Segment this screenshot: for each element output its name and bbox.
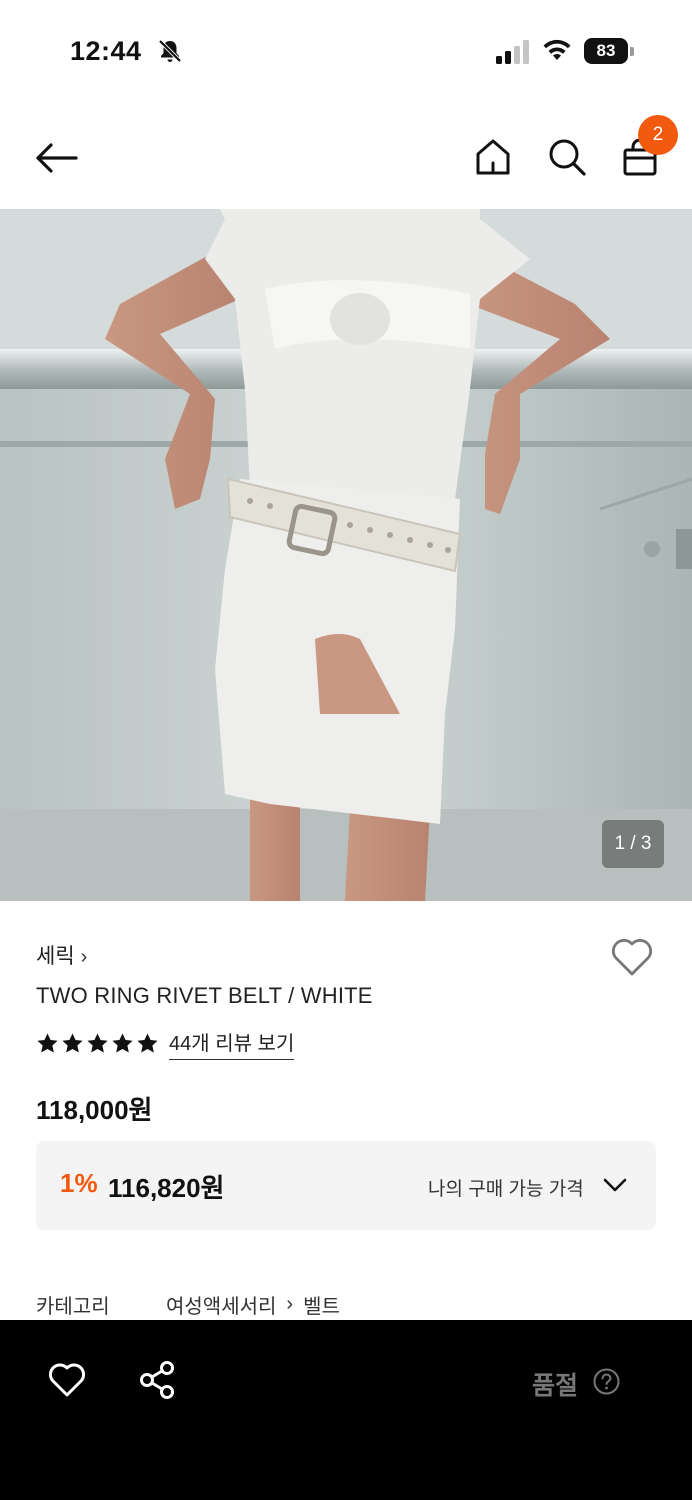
review-link[interactable]: 44개 리뷰 보기 bbox=[169, 1027, 295, 1060]
category-breadcrumb: 여성액세서리 › 벨트 bbox=[166, 1290, 340, 1319]
chevron-down-icon[interactable] bbox=[602, 1174, 628, 1196]
soldout-label: 품절 bbox=[532, 1372, 579, 1400]
wifi-icon bbox=[543, 39, 571, 60]
battery-indicator: 83 bbox=[584, 38, 634, 64]
category-level2-link[interactable]: 벨트 bbox=[303, 1290, 340, 1319]
wishlist-heart-icon[interactable] bbox=[610, 936, 654, 978]
star-icon bbox=[137, 1032, 158, 1053]
brand-name: 세릭 bbox=[36, 945, 75, 968]
help-question-icon[interactable] bbox=[593, 1368, 620, 1395]
bell-muted-icon bbox=[158, 39, 182, 63]
brand-link[interactable]: 세릭 › bbox=[36, 940, 87, 970]
product-price: 118,000원 bbox=[36, 1095, 153, 1125]
search-icon[interactable] bbox=[547, 137, 587, 177]
status-bar: 12:44 83 bbox=[0, 0, 692, 100]
bottom-action-bar: 품절 bbox=[0, 1320, 692, 1500]
product-image[interactable]: 1 / 3 bbox=[0, 209, 692, 901]
home-icon[interactable] bbox=[474, 137, 512, 177]
heart-icon[interactable] bbox=[48, 1362, 86, 1398]
image-counter: 1 / 3 bbox=[602, 820, 664, 868]
top-navigation: 2 bbox=[0, 110, 692, 208]
battery-tip bbox=[630, 47, 634, 56]
star-icon bbox=[112, 1032, 133, 1053]
rating-stars bbox=[36, 1032, 159, 1055]
benefit-price-box[interactable]: 1% 116,820원 나의 구매 가능 가격 bbox=[36, 1141, 656, 1230]
chevron-right-icon: › bbox=[286, 1293, 294, 1315]
product-photo bbox=[0, 209, 692, 901]
star-icon bbox=[87, 1032, 108, 1053]
category-label: 카테고리 bbox=[36, 1296, 110, 1318]
product-name: TWO RING RIVET BELT / WHITE bbox=[36, 983, 373, 1008]
cart-count-badge: 2 bbox=[638, 115, 678, 155]
share-icon[interactable] bbox=[138, 1360, 176, 1400]
star-icon bbox=[62, 1032, 83, 1053]
status-time: 12:44 bbox=[70, 36, 142, 66]
discount-rate: 1% bbox=[60, 1168, 98, 1198]
discount-price: 116,820원 bbox=[108, 1173, 225, 1203]
back-arrow-icon[interactable] bbox=[34, 138, 78, 178]
chevron-right-icon: › bbox=[80, 946, 88, 968]
cellular-signal-icon bbox=[496, 40, 529, 64]
battery-level: 83 bbox=[584, 38, 628, 64]
rating-row: 44개 리뷰 보기 bbox=[36, 1027, 295, 1060]
my-price-label: 나의 구매 가능 가격 bbox=[428, 1179, 584, 1200]
star-icon bbox=[37, 1032, 58, 1053]
category-level1-link[interactable]: 여성액세서리 bbox=[166, 1290, 276, 1319]
